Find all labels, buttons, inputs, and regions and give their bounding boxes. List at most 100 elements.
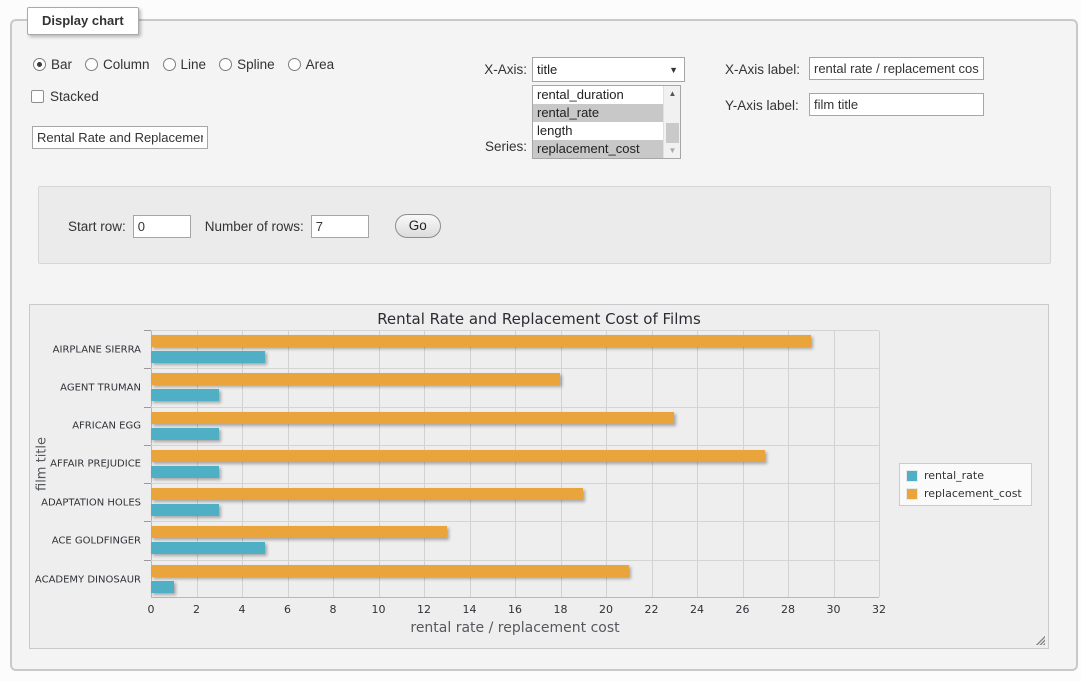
- chart-type-radio-area[interactable]: [288, 58, 301, 71]
- start-row-input[interactable]: [133, 215, 191, 238]
- start-row-label: Start row:: [68, 219, 126, 234]
- x-tick-label: 4: [239, 603, 246, 616]
- y-tick-mark: [144, 368, 151, 369]
- bar-replacement_cost: [151, 373, 560, 385]
- chart-type-radio-line[interactable]: [163, 58, 176, 71]
- series-listbox[interactable]: rental_durationrental_ratelengthreplacem…: [532, 85, 681, 159]
- x-tick-label: 6: [284, 603, 291, 616]
- chart-row-academy-dinosaur: ACADEMY DINOSAUR: [151, 561, 879, 599]
- chart-type-item-area: Area: [288, 57, 335, 72]
- bar-replacement_cost: [151, 335, 811, 347]
- x-tick-label: 8: [330, 603, 337, 616]
- series-option-rental_duration[interactable]: rental_duration: [533, 86, 663, 104]
- x-axis-label-input[interactable]: [809, 57, 984, 80]
- legend-label: rental_rate: [924, 469, 984, 482]
- legend-item-replacement_cost: replacement_cost: [906, 487, 1022, 500]
- x-tick-label: 32: [872, 603, 886, 616]
- legend-swatch-rental_rate: [906, 470, 918, 482]
- x-tick-label: 2: [193, 603, 200, 616]
- y-tick-mark: [144, 330, 151, 331]
- chart-legend: rental_rate replacement_cost: [899, 463, 1032, 506]
- chart-type-item-spline: Spline: [219, 57, 275, 72]
- bar-replacement_cost: [151, 488, 583, 500]
- y-axis-label-label: Y-Axis label:: [725, 98, 805, 113]
- x-tick-label: 12: [417, 603, 431, 616]
- bar-replacement_cost: [151, 412, 674, 424]
- category-label: AFRICAN EGG: [11, 421, 141, 432]
- num-rows-label: Number of rows:: [205, 219, 304, 234]
- chart-row-adaptation-holes: ADAPTATION HOLES: [151, 484, 879, 522]
- chevron-down-icon: ▼: [669, 65, 678, 75]
- x-tick-label: 26: [736, 603, 750, 616]
- chart-type-radio-column[interactable]: [85, 58, 98, 71]
- y-tick-mark: [144, 560, 151, 561]
- chart-title: Rental Rate and Replacement Cost of Film…: [30, 310, 1048, 328]
- resize-handle-icon[interactable]: [1034, 634, 1045, 645]
- bar-rental_rate: [151, 466, 219, 478]
- series-option-rental_rate[interactable]: rental_rate: [533, 104, 663, 122]
- gridline: [879, 331, 880, 597]
- x-tick-label: 22: [645, 603, 659, 616]
- y-tick-mark: [144, 521, 151, 522]
- y-tick-mark: [144, 445, 151, 446]
- legend-swatch-replacement_cost: [906, 488, 918, 500]
- chart-type-group: Bar Column Line Spline Area: [33, 57, 334, 72]
- x-axis-label-label: X-Axis label:: [725, 62, 805, 77]
- x-tick-label: 24: [690, 603, 704, 616]
- x-tick-label: 16: [508, 603, 522, 616]
- scroll-down-icon[interactable]: ▼: [664, 143, 681, 158]
- row-controls-box: Start row: Number of rows: Go: [38, 186, 1051, 264]
- chart-type-radio-spline[interactable]: [219, 58, 232, 71]
- chart-type-label-bar: Bar: [51, 57, 72, 72]
- x-tick-label: 20: [599, 603, 613, 616]
- series-option-replacement_cost[interactable]: replacement_cost: [533, 140, 663, 158]
- bar-rental_rate: [151, 504, 219, 516]
- chart-type-item-column: Column: [85, 57, 150, 72]
- bar-rental_rate: [151, 581, 174, 593]
- panel-title: Display chart: [27, 7, 139, 35]
- row-controls: Start row: Number of rows: Go: [68, 214, 441, 238]
- category-label: ACE GOLDFINGER: [11, 536, 141, 547]
- legend-label: replacement_cost: [924, 487, 1022, 500]
- chart-title-input[interactable]: [32, 126, 208, 149]
- stacked-label: Stacked: [50, 89, 99, 104]
- chart-type-label-line: Line: [181, 57, 207, 72]
- num-rows-input[interactable]: [311, 215, 369, 238]
- series-option-length[interactable]: length: [533, 122, 663, 140]
- category-label: AGENT TRUMAN: [11, 382, 141, 393]
- chart-row-ace-goldfinger: ACE GOLDFINGER: [151, 522, 879, 560]
- scroll-up-icon[interactable]: ▲: [664, 86, 681, 101]
- chart-type-item-line: Line: [163, 57, 207, 72]
- go-button[interactable]: Go: [395, 214, 441, 238]
- category-label: AIRPLANE SIERRA: [11, 344, 141, 355]
- bar-replacement_cost: [151, 450, 765, 462]
- x-tick-label: 14: [463, 603, 477, 616]
- listbox-scrollbar[interactable]: ▲ ▼: [663, 86, 680, 158]
- chart-type-radio-bar[interactable]: [33, 58, 46, 71]
- x-tick-label: 0: [148, 603, 155, 616]
- x-tick-label: 30: [827, 603, 841, 616]
- chart-row-airplane-sierra: AIRPLANE SIERRA: [151, 331, 879, 369]
- bar-rental_rate: [151, 351, 265, 363]
- x-axis-select[interactable]: title ▼: [532, 57, 685, 82]
- chart-row-agent-truman: AGENT TRUMAN: [151, 369, 879, 407]
- stacked-checkbox[interactable]: [31, 90, 44, 103]
- stacked-row: Stacked: [31, 89, 99, 104]
- category-label: ACADEMY DINOSAUR: [11, 574, 141, 585]
- bar-rental_rate: [151, 428, 219, 440]
- chart-type-label-column: Column: [103, 57, 150, 72]
- x-tick-label: 10: [372, 603, 386, 616]
- chart-row-african-egg: AFRICAN EGG: [151, 408, 879, 446]
- chart-type-item-bar: Bar: [33, 57, 72, 72]
- bar-replacement_cost: [151, 565, 629, 577]
- chart-panel: Rental Rate and Replacement Cost of Film…: [29, 304, 1049, 649]
- legend-item-rental_rate: rental_rate: [906, 469, 1022, 482]
- bar-rental_rate: [151, 389, 219, 401]
- y-axis-label-input[interactable]: [809, 93, 984, 116]
- chart-type-label-area: Area: [306, 57, 335, 72]
- x-axis-ticks: 02468101214161820222426283032: [151, 603, 879, 615]
- plot-area: AIRPLANE SIERRAAGENT TRUMANAFRICAN EGGAF…: [151, 330, 879, 598]
- y-tick-mark: [144, 483, 151, 484]
- scrollbar-thumb[interactable]: [666, 123, 679, 145]
- bar-replacement_cost: [151, 526, 447, 538]
